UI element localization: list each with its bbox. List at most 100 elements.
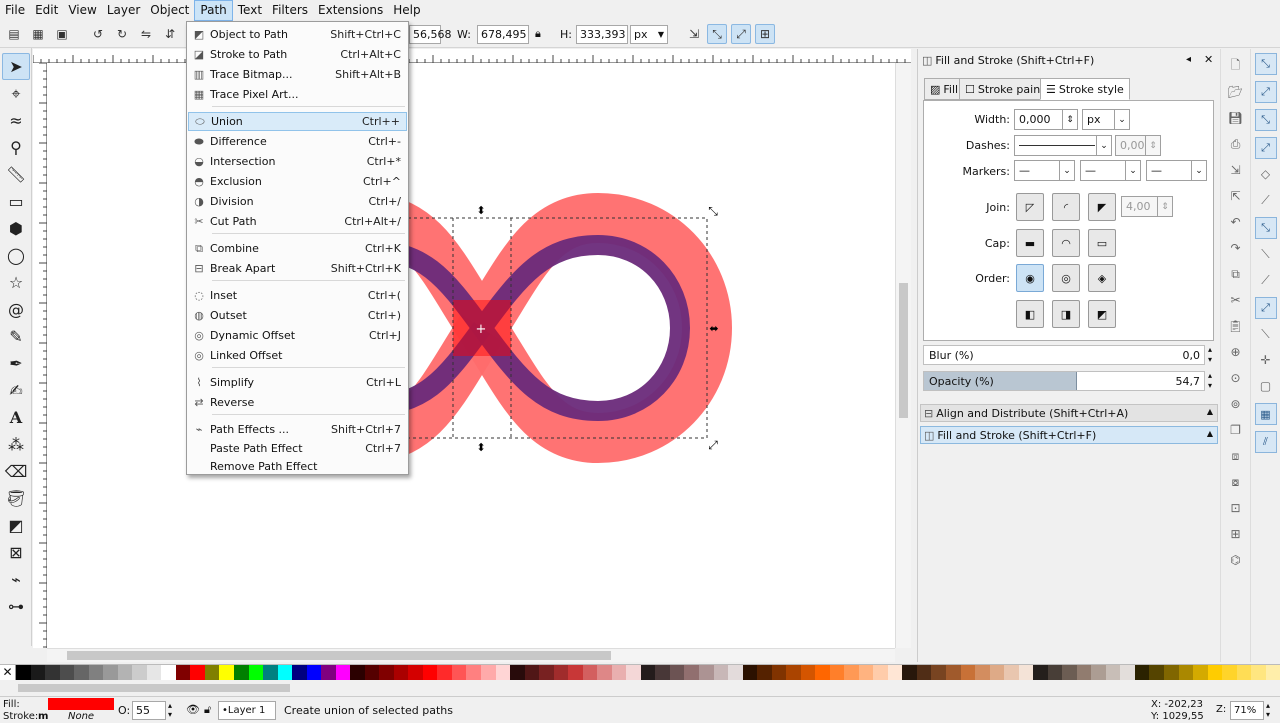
palette-swatch[interactable] [800,665,816,680]
join-bevel-button[interactable]: ◤ [1088,193,1116,221]
menu-item-inset[interactable]: ◌ Inset Ctrl+( [188,286,407,305]
dash-offset-spinbox[interactable]: 0,00 ⇕ [1115,135,1161,156]
snap-paths-icon[interactable]: ⤡ [1254,217,1277,239]
palette-swatch[interactable] [975,665,990,680]
opacity-slider[interactable]: Opacity (%) 54,7 [923,371,1205,391]
hscroll-thumb[interactable] [67,651,611,660]
palette-swatch[interactable] [146,665,162,680]
palette-swatch[interactable] [364,665,380,680]
opacity-spin-icon[interactable]: ▴ ▾ [168,701,172,719]
menu-help[interactable]: Help [388,0,425,21]
zoom-tool-icon[interactable]: ⚲ [2,134,30,161]
expand-icon[interactable]: ▲ [1207,407,1213,416]
palette-swatch[interactable] [1033,665,1048,680]
ungroup-icon[interactable]: ⊞ [1225,523,1247,545]
palette-swatch[interactable] [916,665,932,680]
horizontal-ruler[interactable] [32,49,911,63]
scale-handle-top-icon[interactable]: ⬍ [476,204,485,217]
vertical-scrollbar[interactable] [895,63,911,648]
palette-swatch[interactable] [844,665,859,680]
open-icon[interactable]: 📂︎ [1225,81,1247,103]
snap-toggle-icon[interactable]: ⤡ [1254,53,1277,75]
snap-nodes-icon[interactable]: ⟋ [1255,189,1277,211]
order-markers-stroke-button[interactable]: ◨ [1052,300,1080,328]
palette-swatch[interactable] [408,665,423,680]
menu-item-division[interactable]: ◑ Division Ctrl+/ [188,192,407,211]
cap-square-button[interactable]: ▭ [1088,229,1116,257]
new-document-icon[interactable]: 🗋︎ [1225,55,1247,77]
palette-swatch[interactable] [117,665,133,680]
palette-swatch[interactable] [466,665,481,680]
palette-swatch[interactable] [1193,665,1208,680]
palette-swatch[interactable] [626,665,641,680]
menu-item-intersection[interactable]: ◒ Intersection Ctrl+* [188,152,407,171]
lock-icon[interactable]: 🔒︎ [535,27,541,41]
rotate-ccw-icon[interactable]: ↺ [88,24,108,44]
palette-swatch[interactable] [728,665,743,680]
opacity-spin-icon[interactable]: ▴ ▾ [1205,371,1215,391]
palette-swatch[interactable] [582,665,598,680]
scale-stroke-icon[interactable]: ⇲ [684,24,704,44]
zoom-drawing-icon[interactable]: ⊙ [1225,367,1247,389]
tab-stroke-style[interactable]: ☰ Stroke style [1040,78,1130,100]
palette-swatch[interactable] [887,665,903,680]
menu-item-dynamic-offset[interactable]: ◎ Dynamic Offset Ctrl+J [188,326,407,345]
palette-swatch[interactable] [684,665,699,680]
menu-file[interactable]: File [0,0,30,21]
deselect-icon[interactable]: ▣ [52,24,72,44]
move-gradients-icon[interactable]: ⤢ [731,24,751,44]
palette-swatch[interactable] [989,665,1005,680]
width-spinbox[interactable]: 0,000 ⇕ [1014,109,1078,130]
palette-swatch[interactable] [219,665,234,680]
start-marker-select[interactable]: — ⌄ [1014,160,1075,181]
snap-page-border-icon[interactable]: ▢ [1255,375,1277,397]
palette-swatch[interactable] [815,665,830,680]
order-normal-button[interactable]: ◉ [1016,264,1044,292]
paste-icon[interactable]: 📋︎ [1225,315,1247,337]
menu-item-paste-path-effect[interactable]: Paste Path Effect Ctrl+7 [188,439,407,458]
close-icon[interactable]: ✕ [1204,53,1213,66]
palette-swatch[interactable] [1047,665,1063,680]
end-marker-select[interactable]: — ⌄ [1146,160,1207,181]
palette-swatch[interactable] [858,665,874,680]
h-field[interactable]: 333,393 [576,25,628,44]
zoom-selection-icon[interactable]: ⊕ [1225,341,1247,363]
dashes-select[interactable]: ⌄ [1014,135,1112,156]
star-tool-icon[interactable]: ☆ [2,269,30,296]
scale-corners-icon[interactable]: ⤡ [707,24,727,44]
palette-swatch[interactable] [1163,665,1179,680]
scale-handle-bottom-icon[interactable]: ⬍ [476,441,485,454]
menu-item-break-apart[interactable]: ⊟ Break Apart Shift+Ctrl+K [188,259,407,278]
palette-swatch[interactable] [379,665,394,680]
menu-item-path-effects[interactable]: ⌁ Path Effects ... Shift+Ctrl+7 [188,420,407,439]
palette-swatch[interactable] [1091,665,1106,680]
palette-swatch[interactable] [510,665,525,680]
menu-item-difference[interactable]: ⬬ Difference Ctrl+- [188,132,407,151]
palette-swatch[interactable] [495,665,511,680]
node-tool-icon[interactable]: ⌖ [2,80,30,107]
palette-swatch[interactable] [829,665,845,680]
unit-select[interactable]: px ▼ [630,25,668,44]
export-icon[interactable]: ⇱ [1225,185,1247,207]
palette-swatch[interactable] [1149,665,1164,680]
ellipse-tool-icon[interactable]: ◯ [2,242,30,269]
clone-icon[interactable]: ⧈ [1225,445,1247,467]
select-all-icon[interactable]: ▤ [4,24,24,44]
palette-swatch[interactable] [16,665,31,680]
calligraphy-tool-icon[interactable]: ✍ [2,377,30,404]
palette-swatch[interactable] [59,665,75,680]
palette-swatch[interactable] [437,665,452,680]
snap-rotation-center-icon[interactable]: ✛ [1255,349,1277,371]
menu-extensions[interactable]: Extensions [313,0,388,21]
cap-butt-button[interactable]: ▬ [1016,229,1044,257]
blur-spin-icon[interactable]: ▴ ▾ [1205,345,1215,365]
palette-swatch[interactable] [553,665,569,680]
snap-bbox-edges-icon[interactable]: ⤡ [1254,109,1277,131]
pen-tool-icon[interactable]: ✒ [2,350,30,377]
menu-item-cut-path[interactable]: ✂ Cut Path Ctrl+Alt+/ [188,212,407,231]
palette-swatch[interactable] [771,665,787,680]
menu-item-object-to-path[interactable]: ◩ Object to Path Shift+Ctrl+C [188,25,407,44]
fill-stroke-dock[interactable]: ◫ Fill and Stroke (Shift+Ctrl+F) ▲ [920,426,1218,444]
palette-swatch[interactable] [481,665,496,680]
palette-swatch[interactable] [1134,665,1150,680]
